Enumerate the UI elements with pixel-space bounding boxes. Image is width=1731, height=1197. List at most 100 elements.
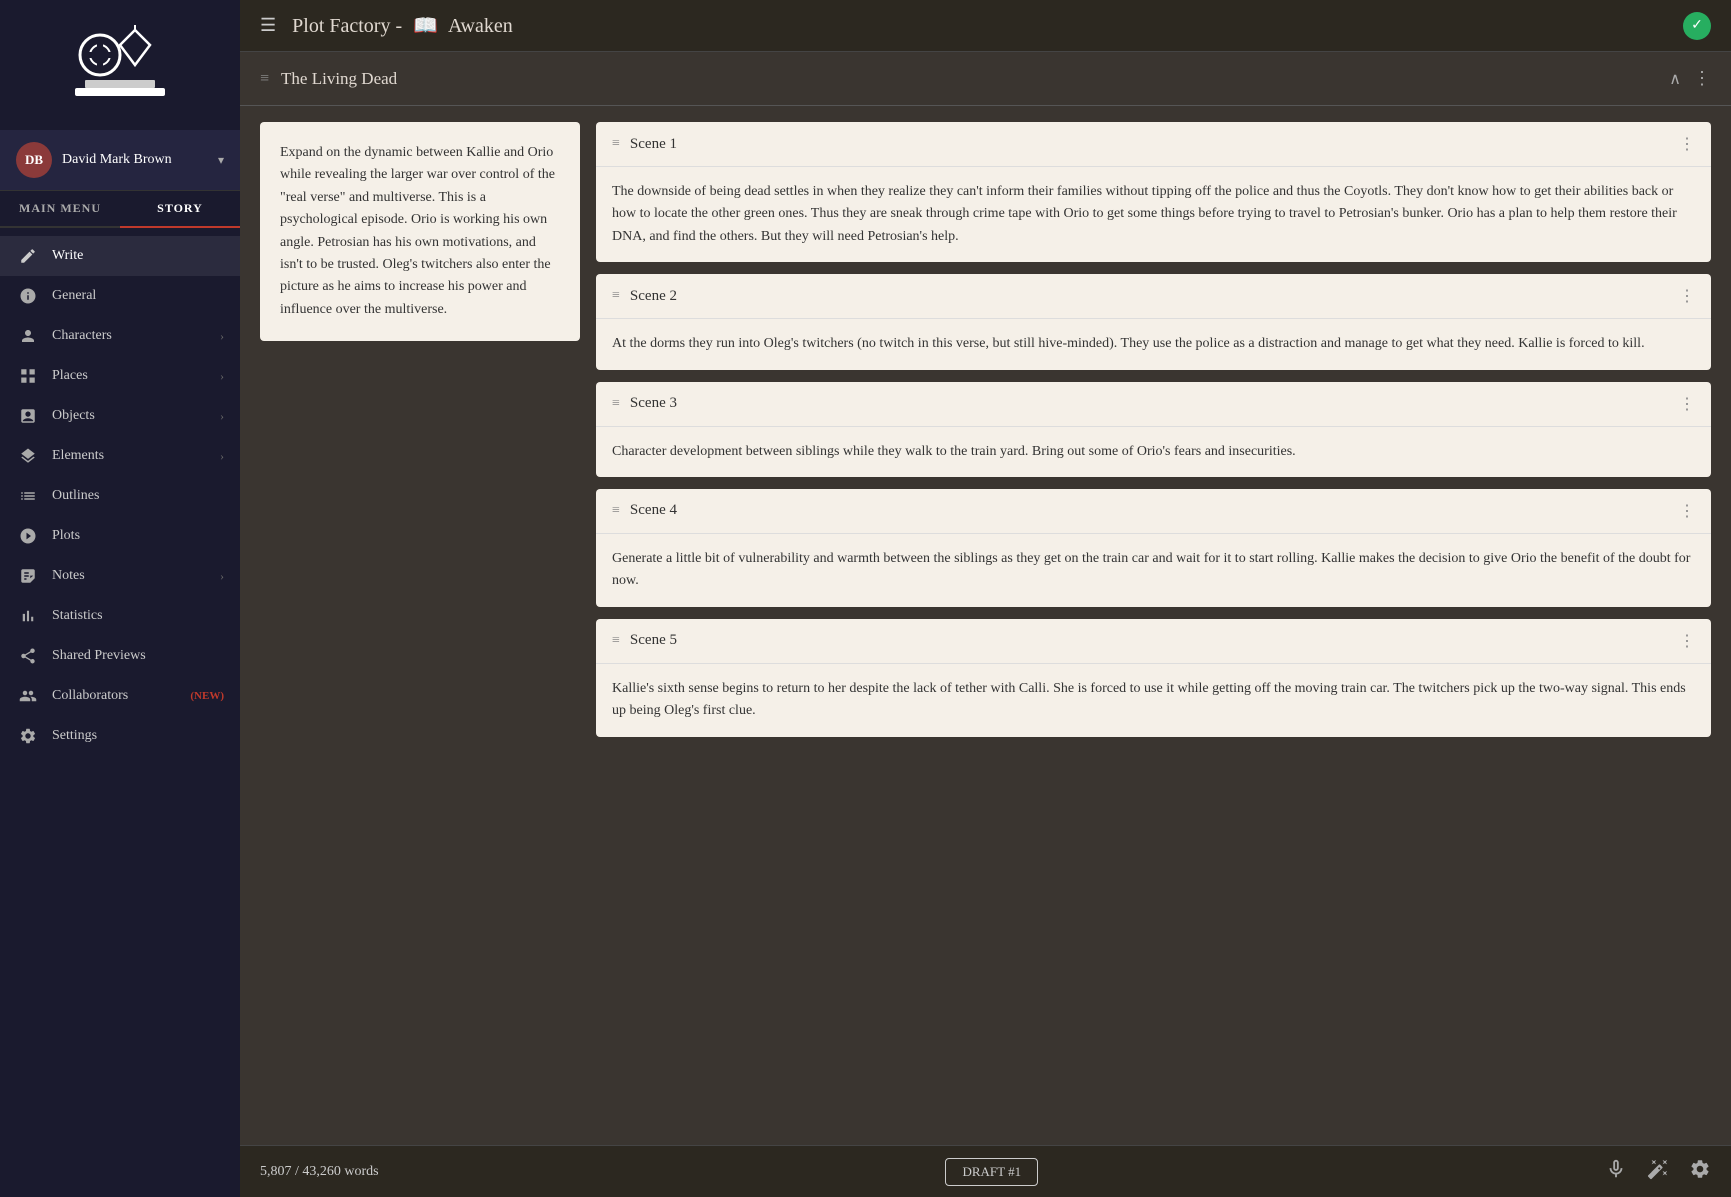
scene-drag-icon-3: ≡	[612, 396, 620, 412]
scene-body-1: The downside of being dead settles in wh…	[596, 167, 1711, 262]
sidebar-item-write[interactable]: Write	[0, 236, 240, 276]
scenes-panel: ≡ Scene 1 ⋮ The downside of being dead s…	[596, 122, 1711, 1129]
scene-drag-icon-2: ≡	[612, 288, 620, 304]
scene-card-2: ≡ Scene 2 ⋮ At the dorms they run into O…	[596, 274, 1711, 369]
scene-card-5: ≡ Scene 5 ⋮ Kallie's sixth sense begins …	[596, 619, 1711, 737]
bar-chart-icon	[16, 607, 40, 625]
sidebar-item-characters[interactable]: Characters ›	[0, 316, 240, 356]
nav-menu: Write General Characters › Places ›	[0, 228, 240, 1197]
layers-icon	[16, 447, 40, 465]
scene-header-1: ≡ Scene 1 ⋮	[596, 122, 1711, 167]
sidebar-item-label-statistics: Statistics	[52, 608, 224, 624]
scene-title-1: Scene 1	[630, 136, 1679, 153]
app-title: Plot Factory - 📖 Awaken	[292, 13, 513, 38]
note-icon	[16, 567, 40, 585]
bottom-icons	[1605, 1158, 1711, 1186]
sidebar-item-elements[interactable]: Elements ›	[0, 436, 240, 476]
user-area[interactable]: DB David Mark Brown ▾	[0, 130, 240, 191]
sidebar-item-outlines[interactable]: Outlines	[0, 476, 240, 516]
scene-card-1: ≡ Scene 1 ⋮ The downside of being dead s…	[596, 122, 1711, 262]
chevron-right-icon-notes: ›	[220, 569, 224, 584]
bottom-bar: 5,807 / 43,260 words DRAFT #1	[240, 1145, 1731, 1197]
scene-title-5: Scene 5	[630, 632, 1679, 649]
person-icon	[16, 327, 40, 345]
tools-icon[interactable]	[1647, 1158, 1669, 1186]
chapter-title: The Living Dead	[281, 69, 1669, 89]
scene-body-4: Generate a little bit of vulnerability a…	[596, 534, 1711, 607]
user-name: David Mark Brown	[62, 152, 218, 168]
grid-icon	[16, 367, 40, 385]
sidebar-item-label-notes: Notes	[52, 568, 220, 584]
chapter-actions: ∧ ⋮	[1669, 68, 1711, 89]
logo-area	[0, 0, 240, 130]
nav-tabs: MAIN MENU STORY	[0, 191, 240, 228]
sidebar-item-label-outlines: Outlines	[52, 488, 224, 504]
sidebar-item-label-characters: Characters	[52, 328, 220, 344]
scene-header-2: ≡ Scene 2 ⋮	[596, 274, 1711, 319]
object-icon	[16, 407, 40, 425]
synopsis-panel: Expand on the dynamic between Kallie and…	[260, 122, 580, 341]
sidebar-item-plots[interactable]: Plots	[0, 516, 240, 556]
sidebar-item-label-general: General	[52, 288, 224, 304]
chapter-more-icon[interactable]: ⋮	[1693, 68, 1711, 89]
chevron-down-icon: ▾	[218, 153, 224, 168]
word-count: 5,807 / 43,260 words	[260, 1164, 379, 1180]
book-icon: 📖	[413, 15, 438, 37]
microphone-icon[interactable]	[1605, 1158, 1627, 1186]
avatar: DB	[16, 142, 52, 178]
sidebar-item-label-elements: Elements	[52, 448, 220, 464]
sidebar-item-places[interactable]: Places ›	[0, 356, 240, 396]
chapter-header: ≡ The Living Dead ∧ ⋮	[240, 52, 1731, 106]
sidebar-item-label-plots: Plots	[52, 528, 224, 544]
drag-handle-icon: ≡	[260, 70, 269, 88]
sidebar-item-objects[interactable]: Objects ›	[0, 396, 240, 436]
chevron-right-icon-objects: ›	[220, 409, 224, 424]
scene-title-2: Scene 2	[630, 288, 1679, 305]
scene-more-icon-1[interactable]: ⋮	[1679, 134, 1695, 154]
scene-more-icon-4[interactable]: ⋮	[1679, 501, 1695, 521]
gear-icon	[16, 727, 40, 745]
hamburger-menu[interactable]: ☰	[260, 15, 276, 36]
scene-more-icon-5[interactable]: ⋮	[1679, 631, 1695, 651]
sidebar-item-collaborators[interactable]: Collaborators (NEW)	[0, 676, 240, 716]
pencil-icon	[16, 247, 40, 265]
chevron-right-icon-elements: ›	[220, 449, 224, 464]
tab-main-menu[interactable]: MAIN MENU	[0, 191, 120, 226]
tab-story[interactable]: STORY	[120, 191, 240, 228]
scene-header-4: ≡ Scene 4 ⋮	[596, 489, 1711, 534]
scene-more-icon-3[interactable]: ⋮	[1679, 394, 1695, 414]
new-badge: (NEW)	[190, 690, 224, 702]
sidebar-item-statistics[interactable]: Statistics	[0, 596, 240, 636]
sidebar-item-label-settings: Settings	[52, 728, 224, 744]
sidebar-item-label-objects: Objects	[52, 408, 220, 424]
top-bar: ☰ Plot Factory - 📖 Awaken ✓	[240, 0, 1731, 52]
sidebar-item-general[interactable]: General	[0, 276, 240, 316]
share-icon	[16, 647, 40, 665]
sidebar-item-settings[interactable]: Settings	[0, 716, 240, 756]
content-area: ≡ The Living Dead ∧ ⋮ Expand on the dyna…	[240, 52, 1731, 1145]
sidebar-item-label-shared-previews: Shared Previews	[52, 648, 224, 664]
chevron-right-icon-places: ›	[220, 369, 224, 384]
sidebar-item-label-collaborators: Collaborators	[52, 688, 186, 704]
scene-body-5: Kallie's sixth sense begins to return to…	[596, 664, 1711, 737]
chapter-body: Expand on the dynamic between Kallie and…	[240, 106, 1731, 1145]
sidebar-item-label-write: Write	[52, 248, 224, 264]
collapse-icon[interactable]: ∧	[1669, 69, 1681, 89]
sidebar-item-label-places: Places	[52, 368, 220, 384]
list-icon	[16, 487, 40, 505]
sidebar: DB David Mark Brown ▾ MAIN MENU STORY Wr…	[0, 0, 240, 1197]
scene-drag-icon-4: ≡	[612, 503, 620, 519]
settings-icon[interactable]	[1689, 1158, 1711, 1186]
plot-icon	[16, 527, 40, 545]
scene-body-2: At the dorms they run into Oleg's twitch…	[596, 319, 1711, 369]
chevron-right-icon: ›	[220, 329, 224, 344]
scene-header-3: ≡ Scene 3 ⋮	[596, 382, 1711, 427]
app-logo	[65, 20, 175, 110]
sidebar-item-notes[interactable]: Notes ›	[0, 556, 240, 596]
scene-card-4: ≡ Scene 4 ⋮ Generate a little bit of vul…	[596, 489, 1711, 607]
draft-badge[interactable]: DRAFT #1	[945, 1158, 1038, 1186]
synopsis-text: Expand on the dynamic between Kallie and…	[280, 145, 555, 317]
scene-body-3: Character development between siblings w…	[596, 427, 1711, 477]
sidebar-item-shared-previews[interactable]: Shared Previews	[0, 636, 240, 676]
scene-more-icon-2[interactable]: ⋮	[1679, 286, 1695, 306]
